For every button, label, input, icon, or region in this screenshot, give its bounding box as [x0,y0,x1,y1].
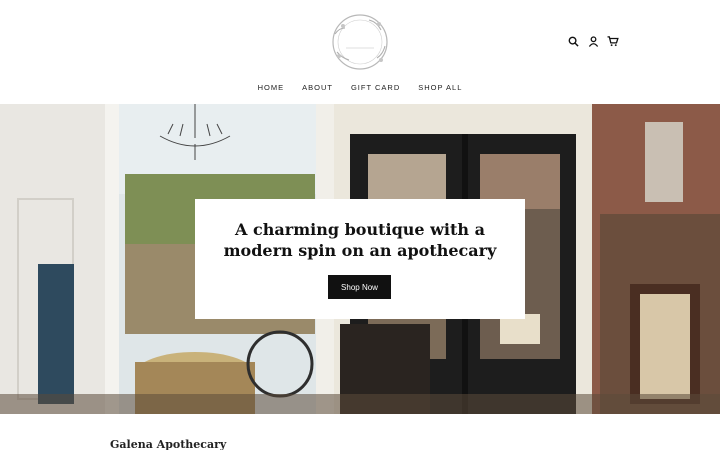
hero-title: A charming boutique with a modern spin o… [223,220,497,260]
nav-home[interactable]: HOME [258,83,285,92]
nav-gift-card[interactable]: GIFT CARD [351,83,400,92]
site-header: HOME ABOUT GIFT CARD SHOP ALL [0,0,720,104]
main-nav: HOME ABOUT GIFT CARD SHOP ALL [0,83,720,92]
search-icon[interactable] [566,34,580,48]
hero-banner: A charming boutique with a modern spin o… [0,104,720,414]
shop-now-button[interactable]: Shop Now [328,275,391,299]
cart-icon[interactable] [606,34,620,48]
header-icons [566,34,620,48]
nav-about[interactable]: ABOUT [302,83,333,92]
hero-card: A charming boutique with a modern spin o… [195,199,525,319]
brand-logo[interactable] [329,12,391,72]
section-heading: Galena Apothecary [110,438,227,450]
nav-shop-all[interactable]: SHOP ALL [418,83,462,92]
user-icon[interactable] [586,34,600,48]
